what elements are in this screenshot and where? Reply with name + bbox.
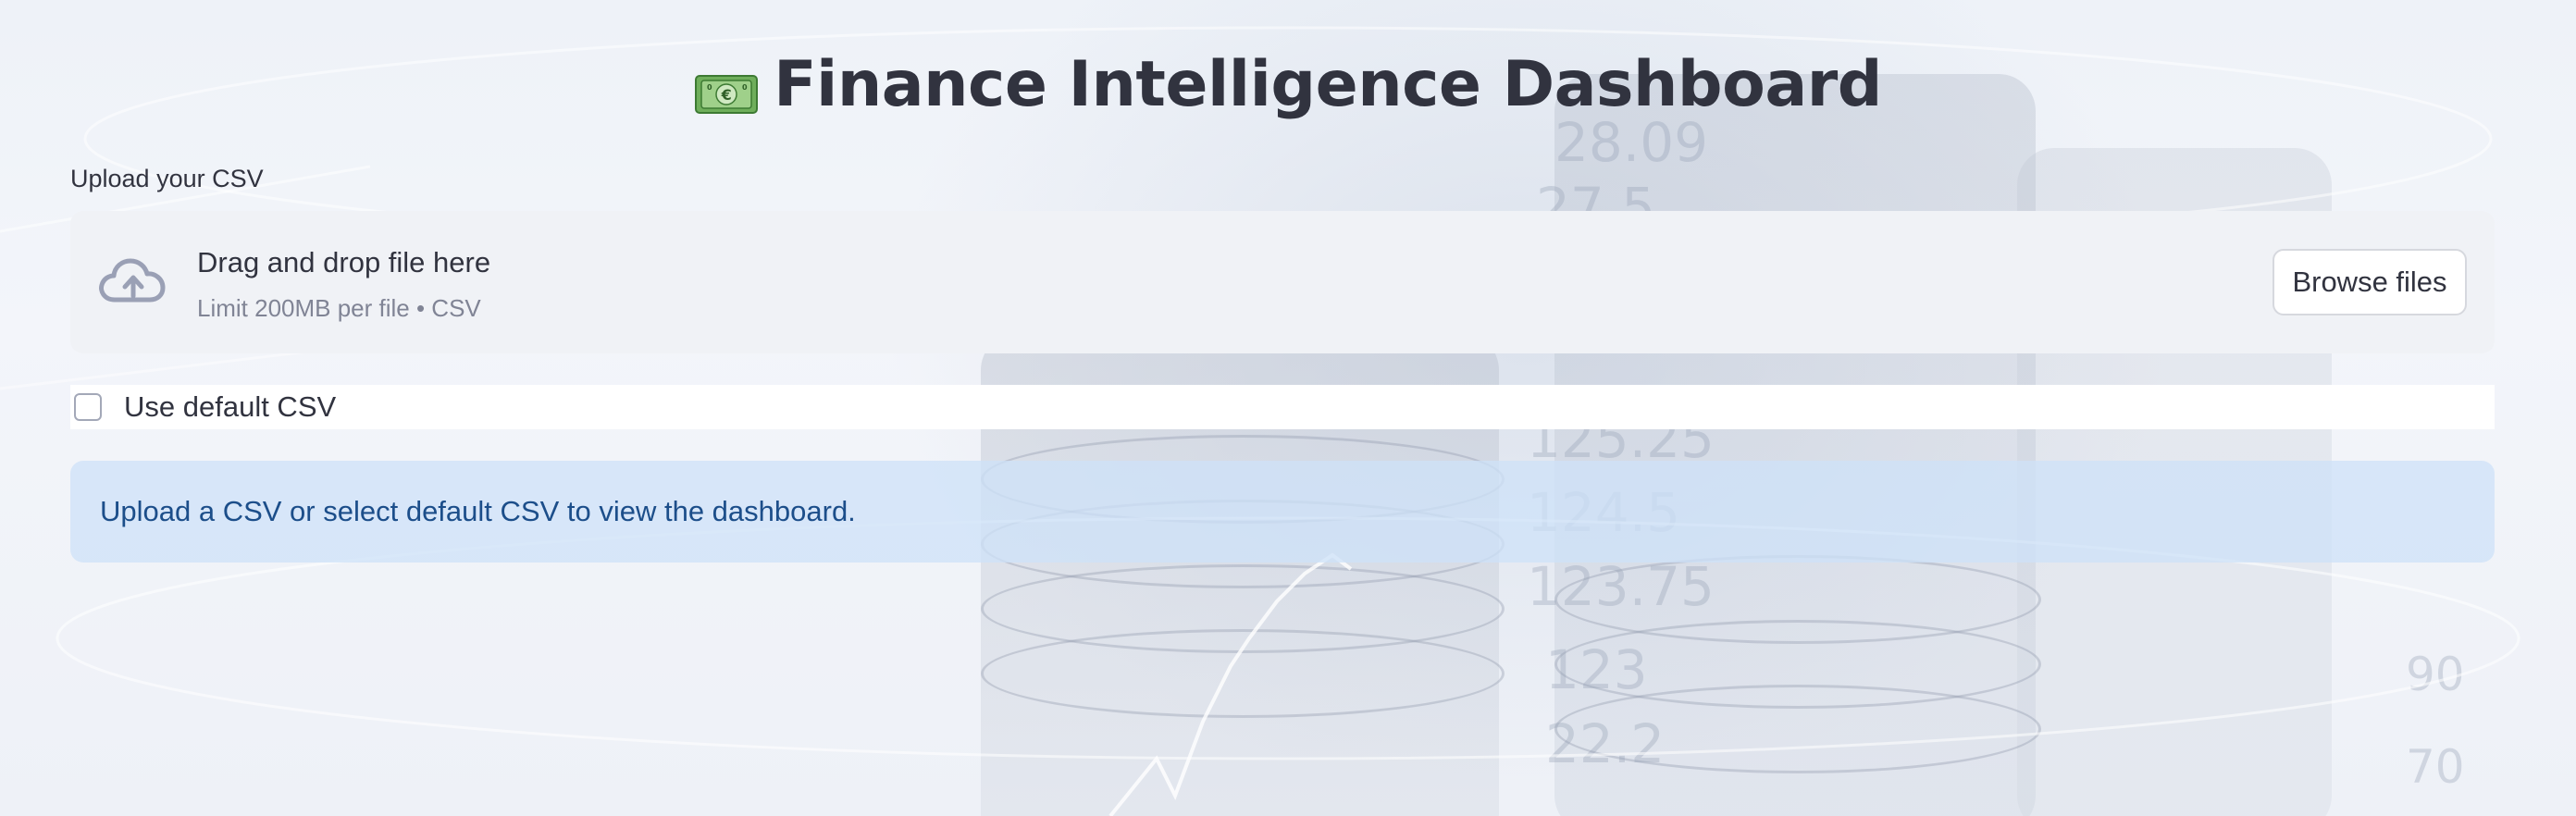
file-dropzone[interactable]: Drag and drop file here Limit 200MB per … [70,211,2495,353]
cloud-upload-icon [96,252,170,311]
svg-text:€: € [721,86,732,104]
money-banknote-icon: € 0 0 [694,61,759,114]
page-title-text: Finance Intelligence Dashboard [774,48,1882,121]
info-alert-text: Upload a CSV or select default CSV to vi… [100,495,856,527]
dropzone-limit-text: Limit 200MB per file • CSV [197,294,481,322]
use-default-csv-label[interactable]: Use default CSV [124,390,336,424]
app-container: € 0 0 Finance Intelligence Dashboard Upl… [0,0,2576,816]
info-alert: Upload a CSV or select default CSV to vi… [70,461,2495,563]
page-title: € 0 0 Finance Intelligence Dashboard [0,48,2576,121]
default-csv-option[interactable]: Use default CSV [70,385,2495,429]
upload-label: Upload your CSV [70,165,264,192]
use-default-csv-checkbox[interactable] [74,393,102,421]
browse-files-button[interactable]: Browse files [2273,249,2467,315]
dropzone-instructions: Drag and drop file here [197,246,491,278]
